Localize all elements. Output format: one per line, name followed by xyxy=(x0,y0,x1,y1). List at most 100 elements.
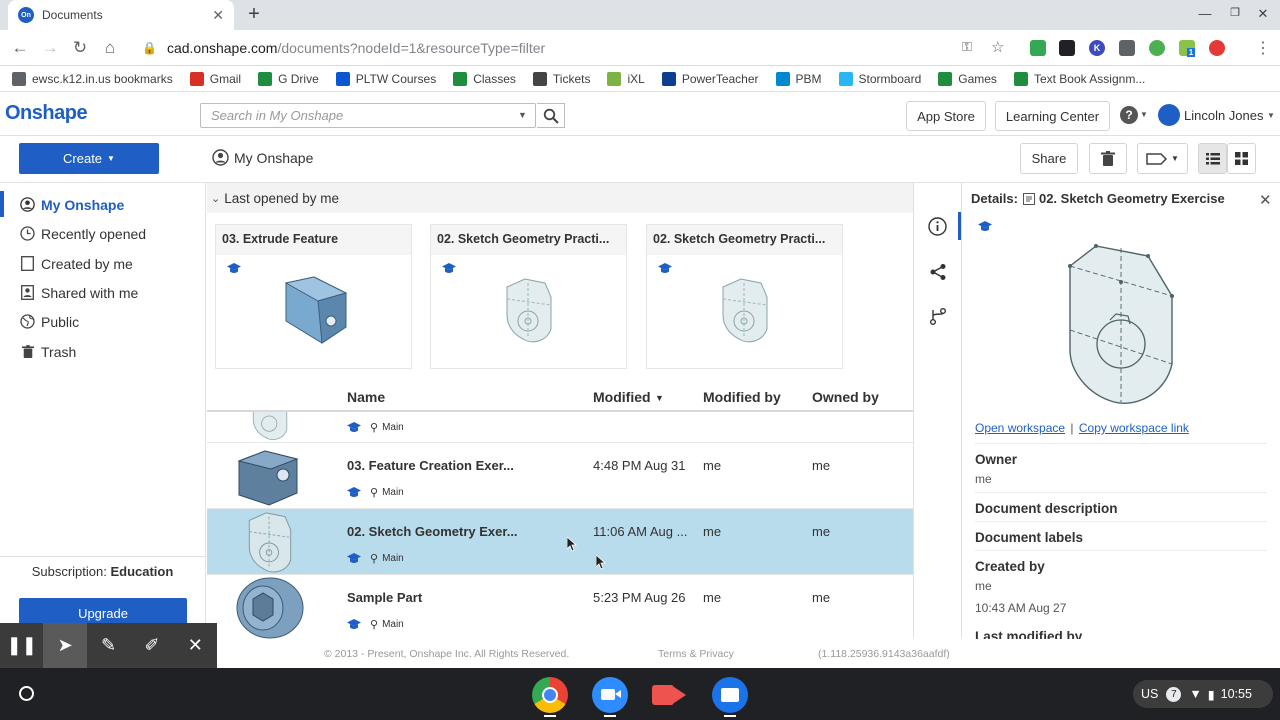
document-name[interactable]: Sample Part xyxy=(347,590,422,605)
chrome-app-icon[interactable] xyxy=(532,677,568,713)
bookmark-item[interactable]: Stormboard xyxy=(838,71,921,86)
sidebar-item-trash[interactable]: Trash xyxy=(0,337,205,366)
subscription-label: Subscription: xyxy=(31,564,107,579)
extension-green-icon[interactable] xyxy=(1030,40,1046,56)
pointer-tool-icon[interactable]: ➤ xyxy=(43,623,87,668)
education-cap-icon xyxy=(442,263,456,273)
extension-k-icon[interactable]: K xyxy=(1089,40,1105,56)
sidebar-item-my-onshape[interactable]: My Onshape xyxy=(0,190,205,219)
terms-link[interactable]: Terms & Privacy xyxy=(658,648,734,660)
app-store-button[interactable]: App Store xyxy=(906,101,986,131)
bookmark-favicon-icon xyxy=(12,71,26,86)
bookmark-item[interactable]: G Drive xyxy=(258,71,319,86)
trash-button[interactable] xyxy=(1089,143,1127,174)
address-bar[interactable]: 🔒 cad.onshape.com /documents?nodeId=1&re… xyxy=(132,36,1022,60)
bookmark-label: ewsc.k12.in.us bookmarks xyxy=(32,71,173,86)
open-workspace-link[interactable]: Open workspace xyxy=(975,421,1065,435)
browser-tab[interactable]: On Documents ✕ xyxy=(8,0,234,30)
pen-tool-icon[interactable]: ✎ xyxy=(87,623,130,668)
branch-graph-icon[interactable] xyxy=(929,307,947,326)
bookmark-item[interactable]: PBM xyxy=(775,71,822,86)
pause-icon[interactable]: ❚❚ xyxy=(0,623,43,668)
extension-red-icon[interactable] xyxy=(1209,40,1225,56)
recent-section-header[interactable]: ⌄ Last opened by me xyxy=(207,183,913,213)
recent-card[interactable]: 03. Extrude Feature xyxy=(215,224,412,369)
new-tab-icon[interactable]: + xyxy=(244,4,264,26)
system-tray[interactable]: US 7 ▼ ▮ 10:55 xyxy=(1133,680,1273,708)
column-header-modified-by[interactable]: Modified by xyxy=(703,389,781,405)
minimize-icon[interactable]: — xyxy=(1196,6,1214,21)
education-cap-icon xyxy=(978,221,992,231)
window-close-icon[interactable]: ✕ xyxy=(1254,6,1272,22)
tab-close-icon[interactable]: ✕ xyxy=(212,7,224,24)
extension-dark-icon[interactable] xyxy=(1059,40,1075,56)
search-input[interactable]: Search in My Onshape xyxy=(200,103,536,128)
info-icon[interactable] xyxy=(928,217,947,236)
sidebar-item-created-by-me[interactable]: Created by me xyxy=(0,249,205,278)
forward-icon[interactable]: → xyxy=(40,38,60,58)
bookmark-item[interactable]: PLTW Courses xyxy=(335,71,436,86)
files-app-icon[interactable] xyxy=(712,677,748,713)
document-name[interactable]: 03. Feature Creation Exer... xyxy=(347,458,514,473)
user-avatar-icon[interactable] xyxy=(1158,104,1180,126)
column-header-modified[interactable]: Modified xyxy=(593,389,651,405)
bookmark-item[interactable]: Classes xyxy=(453,71,516,86)
bookmark-item[interactable]: PowerTeacher xyxy=(661,71,759,86)
table-row[interactable]: Sample Part 5:23 PM Aug 26 me me ⚲ Main xyxy=(207,575,913,641)
user-menu-chevron-icon[interactable]: ▼ xyxy=(1267,111,1275,120)
reload-icon[interactable]: ↻ xyxy=(70,38,90,58)
help-dropdown-icon[interactable]: ▼ xyxy=(1140,110,1148,119)
home-icon[interactable]: ⌂ xyxy=(100,38,120,58)
column-header-name[interactable]: Name xyxy=(347,389,385,405)
zoom-app-icon[interactable] xyxy=(592,677,628,713)
label-button[interactable]: ▼ xyxy=(1137,143,1188,174)
bookmark-item[interactable]: Gmail xyxy=(189,71,241,86)
copyright-text: © 2013 - Present, Onshape Inc. All Right… xyxy=(324,648,570,660)
grid-view-button[interactable] xyxy=(1227,143,1256,174)
recent-card[interactable]: 02. Sketch Geometry Practi... xyxy=(646,224,843,369)
document-name[interactable]: 02. Sketch Geometry Exer... xyxy=(347,524,518,539)
table-row[interactable]: ⚲ Main xyxy=(207,412,913,443)
sidebar-item-recently-opened[interactable]: Recently opened xyxy=(0,219,205,248)
launcher-icon[interactable] xyxy=(19,686,34,701)
bookmark-item[interactable]: Tickets xyxy=(532,71,590,86)
extension-shield-icon[interactable] xyxy=(1119,40,1135,56)
search-dropdown-icon[interactable]: ▼ xyxy=(518,110,527,120)
chrome-menu-icon[interactable]: ⋮ xyxy=(1255,38,1271,58)
screencastify-app-icon[interactable] xyxy=(652,677,688,713)
recent-header-text: Last opened by me xyxy=(224,190,340,206)
bookmark-item[interactable]: Games xyxy=(938,71,997,86)
highlighter-tool-icon[interactable]: ✐ xyxy=(130,623,173,668)
extension-badge-icon[interactable]: 1 xyxy=(1179,40,1196,57)
restore-icon[interactable]: ❐ xyxy=(1226,6,1244,19)
search-button[interactable] xyxy=(537,103,565,128)
bookmark-item[interactable]: ewsc.k12.in.us bookmarks xyxy=(12,71,173,86)
grid-view-icon xyxy=(1235,152,1248,165)
column-header-owned-by[interactable]: Owned by xyxy=(812,389,879,405)
onshape-logo[interactable]: Onshape xyxy=(5,102,88,125)
learning-center-button[interactable]: Learning Center xyxy=(995,101,1110,131)
bookmark-item[interactable]: iXL xyxy=(607,71,645,86)
share-button[interactable]: Share xyxy=(1020,143,1078,174)
bookmark-star-icon[interactable]: ☆ xyxy=(991,38,1004,56)
bookmark-item[interactable]: Text Book Assignm... xyxy=(1013,71,1145,86)
table-row[interactable]: 03. Feature Creation Exer... 4:48 PM Aug… xyxy=(207,443,913,509)
list-view-button[interactable] xyxy=(1198,143,1227,174)
sidebar-item-shared-with-me[interactable]: Shared with me xyxy=(0,278,205,307)
close-toolbar-icon[interactable]: ✕ xyxy=(174,623,217,668)
copy-workspace-link[interactable]: Copy workspace link xyxy=(1079,421,1189,435)
branch-info: ⚲ Main xyxy=(347,618,404,631)
key-icon[interactable]: ⚿ xyxy=(962,39,972,55)
version-text: (1.118.25936.9143a36aafdf) xyxy=(818,648,950,660)
extension-check-icon[interactable] xyxy=(1149,40,1165,56)
sidebar-item-public[interactable]: Public xyxy=(0,307,205,336)
back-icon[interactable]: ← xyxy=(10,38,30,58)
table-row-selected[interactable]: 02. Sketch Geometry Exer... 11:06 AM Aug… xyxy=(207,509,913,575)
help-icon[interactable]: ? xyxy=(1120,106,1138,124)
user-name[interactable]: Lincoln Jones xyxy=(1184,108,1264,123)
create-button[interactable]: Create ▼ xyxy=(19,143,159,174)
sort-descending-icon[interactable]: ▼ xyxy=(655,393,664,403)
recent-card[interactable]: 02. Sketch Geometry Practi... xyxy=(430,224,627,369)
close-details-icon[interactable]: ✕ xyxy=(1259,191,1272,209)
share-icon[interactable] xyxy=(929,263,947,281)
